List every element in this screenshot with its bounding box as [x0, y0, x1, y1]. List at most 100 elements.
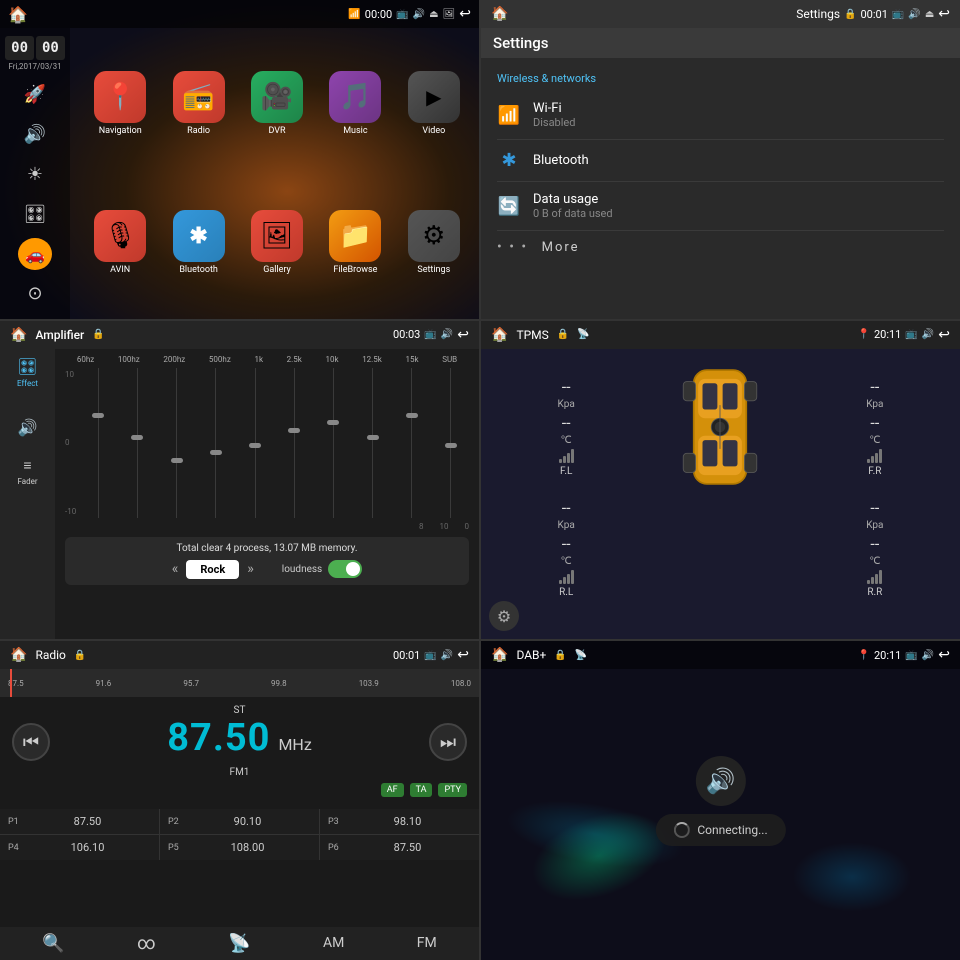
- radio-icon: 📻: [173, 71, 225, 123]
- screen-icon: 📺: [396, 9, 408, 20]
- sidebar-car-icon[interactable]: 🚗: [18, 238, 52, 270]
- eq-bar-4[interactable]: [198, 368, 234, 518]
- eq-bar-5[interactable]: [237, 368, 273, 518]
- app-filebrowse[interactable]: 📁 FileBrowse: [320, 177, 390, 308]
- eq-bar-3[interactable]: [159, 368, 195, 518]
- volume-button[interactable]: 🔊: [18, 418, 38, 437]
- tpms-settings-button[interactable]: ⚙: [489, 601, 519, 631]
- tpms-back-icon[interactable]: ↩: [938, 327, 950, 343]
- preset-p5[interactable]: P5 108.00: [160, 835, 319, 860]
- radio-search-icon[interactable]: 🔍: [42, 933, 64, 954]
- amp-lock-icon: 🔒: [92, 329, 104, 340]
- tpms-home-icon[interactable]: 🏠: [491, 327, 508, 343]
- radio-freq-display: ST 87.50 MHz FM1: [167, 705, 312, 779]
- dab-signal-icon: 📡: [575, 650, 587, 661]
- radio-af-flag[interactable]: AF: [381, 783, 404, 797]
- eq-label-2: 200hz: [163, 355, 185, 364]
- radio-freq-bar[interactable]: 87.5 91.6 95.7 99.8 103.9 108.0: [0, 669, 479, 697]
- effect-button[interactable]: 🎛 Effect: [17, 357, 38, 388]
- dab-back-icon[interactable]: ↩: [938, 647, 950, 663]
- radio-am-button[interactable]: AM: [323, 935, 344, 951]
- app-navigation[interactable]: 📍 Navigation: [85, 38, 155, 169]
- radio-lock-icon: 🔒: [74, 650, 86, 661]
- radio-ta-flag[interactable]: TA: [410, 783, 433, 797]
- eq-bar-7[interactable]: [315, 368, 351, 518]
- settings-data-item[interactable]: 🔄 Data usage 0 B of data used: [497, 182, 944, 231]
- eq-bar-10[interactable]: [433, 368, 469, 518]
- sidebar-rocket-icon[interactable]: 🚀: [17, 77, 53, 111]
- eq-bar-9[interactable]: [394, 368, 430, 518]
- fl-kpa: --: [562, 377, 571, 396]
- settings-screen-icon: 📺: [892, 9, 904, 20]
- preset-p2[interactable]: P2 90.10: [160, 809, 319, 834]
- amp-back-icon[interactable]: ↩: [457, 327, 469, 343]
- app-bluetooth[interactable]: ✱ Bluetooth: [163, 177, 233, 308]
- settings-back-icon[interactable]: ↩: [938, 6, 950, 22]
- sidebar-circle-icon[interactable]: ⊙: [17, 276, 53, 310]
- sidebar-brightness-icon[interactable]: ☀: [17, 158, 53, 192]
- preset-p4[interactable]: P4 106.10: [0, 835, 159, 860]
- preset-p2-num: P2: [168, 817, 180, 827]
- eq-bars: [80, 368, 469, 518]
- home-icon[interactable]: 🏠: [8, 5, 28, 24]
- preset-p1[interactable]: P1 87.50: [0, 809, 159, 834]
- app-avin[interactable]: 🎙 AVIN: [85, 177, 155, 308]
- eq-prev-button[interactable]: «: [172, 561, 179, 577]
- eq-preset-label[interactable]: Rock: [186, 560, 239, 579]
- radio-next-button[interactable]: ⏭: [429, 723, 467, 761]
- radio-back-icon[interactable]: ↩: [457, 647, 469, 663]
- preset-p4-num: P4: [8, 843, 20, 853]
- fl-temp: --: [562, 413, 571, 432]
- dab-home-icon[interactable]: 🏠: [491, 647, 508, 663]
- freq-scale: 87.5 91.6 95.7 99.8 103.9 108.0: [8, 679, 471, 688]
- settings-home-icon[interactable]: 🏠: [491, 6, 508, 22]
- home-time: 00:00: [365, 8, 392, 21]
- radio-prev-button[interactable]: ⏮: [12, 723, 50, 761]
- eq-label-3: 500hz: [209, 355, 231, 364]
- eq-bar-8[interactable]: [355, 368, 391, 518]
- tpms-gear-icon[interactable]: ⚙: [489, 601, 519, 631]
- app-radio[interactable]: 📻 Radio: [163, 38, 233, 169]
- preset-p6[interactable]: P6 87.50: [320, 835, 479, 860]
- settings-wifi-item[interactable]: 📶 Wi-Fi Disabled: [497, 91, 944, 140]
- rr-temp: --: [870, 534, 879, 553]
- panel-dab: 🏠 DAB+ 🔒 📡 📍 20:11 📺 🔊 ↩ 🔊: [481, 641, 960, 960]
- fr-kpa: --: [870, 377, 879, 396]
- eq-bar-1[interactable]: [80, 368, 116, 518]
- radio-home-icon[interactable]: 🏠: [10, 647, 27, 663]
- dab-location-icon: 📍: [858, 650, 870, 661]
- more-section[interactable]: • • • More: [497, 231, 944, 263]
- app-gallery[interactable]: 🖼 Gallery: [242, 177, 312, 308]
- fl-temp-unit: ℃: [561, 435, 572, 446]
- loudness-toggle[interactable]: [328, 560, 362, 578]
- sidebar-volume-icon[interactable]: 🔊: [17, 117, 53, 151]
- tpms-time: 20:11: [874, 328, 901, 341]
- app-video[interactable]: ▶ Video: [399, 38, 469, 169]
- radio-antenna-icon[interactable]: 📡: [228, 933, 250, 954]
- tpms-rr: -- Kpa -- ℃ R.R: [798, 497, 952, 600]
- freq-91: 91.6: [96, 679, 112, 688]
- settings-bluetooth-item[interactable]: ✱ Bluetooth: [497, 140, 944, 182]
- settings-vol-icon: 🔊: [908, 9, 920, 20]
- sidebar-eq-icon[interactable]: 🎛: [17, 198, 53, 232]
- app-music[interactable]: 🎵 Music: [320, 38, 390, 169]
- amp-home-icon[interactable]: 🏠: [10, 327, 27, 343]
- eq-bar-2[interactable]: [119, 368, 155, 518]
- back-icon[interactable]: ↩: [459, 6, 471, 22]
- radio-pty-flag[interactable]: PTY: [438, 783, 467, 797]
- app-settings[interactable]: ⚙ Settings: [399, 177, 469, 308]
- vol-icon: 🔊: [413, 9, 425, 20]
- eq-bar-6[interactable]: [276, 368, 312, 518]
- bluetooth-label: Bluetooth: [179, 265, 218, 275]
- eq-next-button[interactable]: »: [247, 561, 254, 577]
- preset-p3[interactable]: P3 98.10: [320, 809, 479, 834]
- amp-sidebar: 🎛 Effect 🔊 ≡ Fader: [0, 349, 55, 640]
- app-dvr[interactable]: 🎥 DVR: [242, 38, 312, 169]
- radio-link-icon[interactable]: ∞: [137, 933, 156, 954]
- eq-label-6: 10k: [325, 355, 338, 364]
- wifi-status-icon: 📶: [348, 9, 360, 20]
- panel-radio: 🏠 Radio 🔒 00:01 📺 🔊 ↩ 87.5 91.6 95.7 99.…: [0, 641, 479, 960]
- bluetooth-settings-title: Bluetooth: [533, 153, 944, 168]
- fader-button[interactable]: ≡ Fader: [17, 457, 37, 486]
- radio-fm-button[interactable]: FM: [417, 935, 437, 951]
